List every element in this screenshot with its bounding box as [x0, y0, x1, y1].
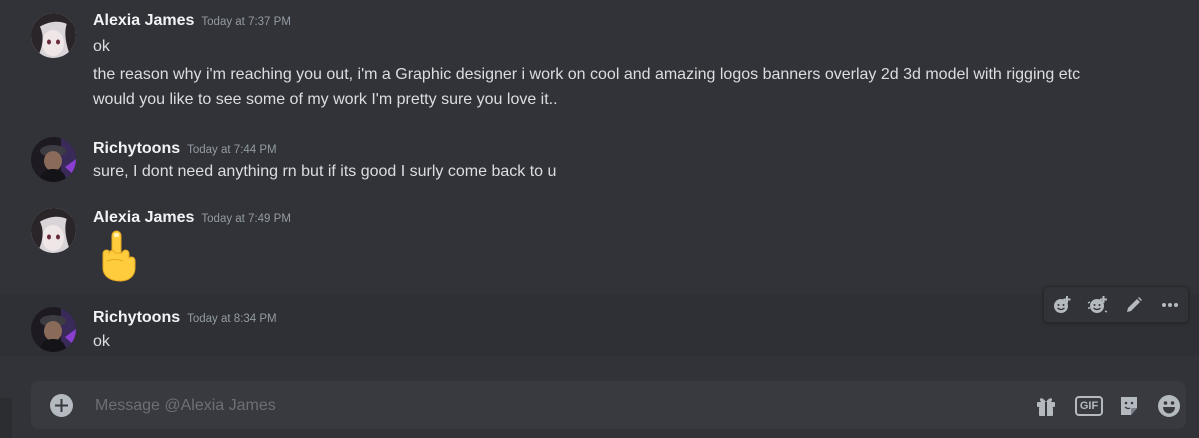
- emoji-icon[interactable]: [1156, 393, 1182, 418]
- chat-view: Alexia James Today at 7:37 PM ok the reas…: [0, 0, 1199, 438]
- timestamp[interactable]: Today at 7:37 PM: [201, 16, 291, 28]
- avatar[interactable]: [31, 137, 76, 182]
- message-text: the reason why i'm reaching you out, i'm…: [93, 66, 1081, 83]
- message-input[interactable]: [93, 381, 997, 431]
- timestamp[interactable]: Today at 8:34 PM: [187, 313, 277, 325]
- username[interactable]: Richytoons: [93, 309, 180, 326]
- timestamp[interactable]: Today at 7:44 PM: [187, 144, 277, 156]
- username[interactable]: Richytoons: [93, 140, 180, 157]
- message-group: Alexia James Today at 7:49 PM: [0, 194, 1199, 294]
- message-text: ok: [93, 38, 110, 55]
- sticker-icon[interactable]: [1116, 393, 1142, 418]
- username[interactable]: Alexia James: [93, 12, 194, 29]
- avatar[interactable]: [31, 307, 76, 352]
- more-icon[interactable]: [1156, 291, 1184, 319]
- middle-finger-emoji: [98, 230, 140, 282]
- gif-icon[interactable]: GIF: [1074, 393, 1104, 418]
- message-group: Alexia James Today at 7:37 PM ok the reas…: [0, 0, 1199, 128]
- super-reaction-icon[interactable]: [1084, 291, 1112, 319]
- gif-label: GIF: [1074, 395, 1104, 416]
- sidebar-edge: [0, 398, 12, 438]
- add-icon[interactable]: [50, 394, 73, 417]
- message-group: Richytoons Today at 7:44 PM sure, I dont …: [0, 128, 1199, 194]
- edit-icon[interactable]: [1120, 291, 1148, 319]
- message-group[interactable]: Richytoons Today at 8:34 PM ok: [0, 294, 1199, 356]
- message-text: would you like to see some of my work I'…: [93, 91, 558, 108]
- username[interactable]: Alexia James: [93, 209, 194, 226]
- message-action-bar: [1043, 286, 1189, 323]
- avatar[interactable]: [31, 208, 76, 253]
- gift-icon[interactable]: [1033, 393, 1059, 418]
- add-reaction-icon[interactable]: [1048, 291, 1076, 319]
- timestamp[interactable]: Today at 7:49 PM: [201, 213, 291, 225]
- message-text: ok: [93, 333, 110, 350]
- message-text: sure, I dont need anything rn but if its…: [93, 163, 557, 180]
- message-composer: GIF: [31, 381, 1186, 431]
- avatar[interactable]: [31, 13, 76, 58]
